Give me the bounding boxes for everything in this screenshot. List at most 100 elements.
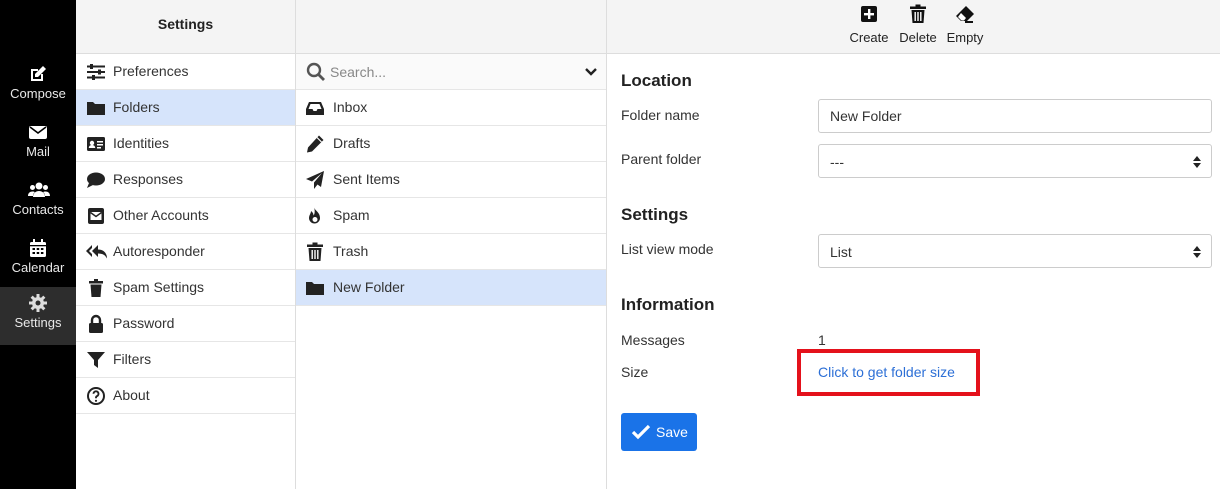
fire-icon [305, 206, 325, 226]
trash-icon [908, 4, 928, 24]
settings-item-identities[interactable]: Identities [76, 126, 295, 162]
settings-section-title: Settings [621, 205, 689, 224]
sliders-icon [86, 62, 106, 82]
create-button-label: Create [849, 30, 889, 45]
save-button-label: Save [656, 424, 688, 440]
nav-compose-label: Compose [10, 86, 66, 101]
empty-button[interactable]: Empty [944, 4, 986, 48]
settings-item-label: Other Accounts [113, 207, 209, 223]
envelope-square-icon [86, 206, 106, 226]
settings-item-other-accounts[interactable]: Other Accounts [76, 198, 295, 234]
lock-icon [86, 314, 106, 334]
compose-icon [28, 64, 48, 84]
folder-item-inbox[interactable]: Inbox [296, 90, 606, 126]
messages-count: 1 [818, 332, 826, 348]
settings-item-label: Responses [113, 171, 184, 187]
paper-plane-icon [305, 170, 325, 190]
settings-item-folders[interactable]: Folders [76, 90, 295, 126]
trash-icon [86, 278, 106, 298]
folder-icon [86, 98, 106, 118]
search-input[interactable] [330, 60, 570, 84]
reply-all-icon [86, 242, 107, 262]
settings-item-label: Spam Settings [113, 279, 205, 295]
comment-icon [86, 170, 106, 190]
app-navigation: Compose Mail Contacts Calendar Settings [0, 0, 76, 489]
settings-item-label: Identities [113, 135, 170, 151]
settings-item-label: Filters [113, 351, 152, 367]
delete-button-label: Delete [899, 30, 937, 45]
information-section-title: Information [621, 295, 715, 314]
folder-item-spam[interactable]: Spam [296, 198, 606, 234]
search-icon[interactable] [306, 62, 326, 82]
nav-calendar-label: Calendar [11, 260, 65, 275]
settings-panel: Settings Preferences Folders Identities … [76, 0, 296, 489]
list-view-mode-label: List view mode [621, 241, 714, 257]
settings-item-preferences[interactable]: Preferences [76, 54, 295, 90]
folder-item-label: Drafts [333, 135, 371, 151]
folder-properties-panel: Create Delete Empty Location Folder name… [607, 0, 1220, 489]
folder-name-field[interactable] [818, 99, 1212, 133]
folder-item-label: Trash [333, 243, 369, 259]
settings-item-responses[interactable]: Responses [76, 162, 295, 198]
question-circle-icon [86, 386, 106, 406]
settings-item-label: Autoresponder [113, 243, 205, 259]
folder-item-label: New Folder [333, 279, 405, 295]
folder-search-bar [296, 54, 606, 90]
id-card-icon [86, 134, 106, 154]
folder-item-label: Sent Items [333, 171, 400, 187]
save-button[interactable]: Save [621, 413, 697, 451]
folder-item-label: Spam [333, 207, 370, 223]
nav-compose[interactable]: Compose [0, 58, 76, 116]
empty-button-label: Empty [946, 30, 984, 45]
trash-icon [305, 242, 325, 262]
folder-item-trash[interactable]: Trash [296, 234, 606, 270]
pencil-icon [305, 134, 325, 154]
settings-item-label: Password [113, 315, 175, 331]
folder-icon [305, 278, 325, 298]
nav-contacts-label: Contacts [12, 202, 64, 217]
list-view-mode-select[interactable]: List [818, 234, 1212, 268]
parent-folder-select[interactable]: --- [818, 144, 1212, 178]
settings-item-password[interactable]: Password [76, 306, 295, 342]
settings-item-label: Folders [113, 99, 160, 115]
chevron-down-icon[interactable] [584, 66, 598, 78]
eraser-icon [955, 4, 975, 24]
envelope-icon [28, 122, 48, 142]
list-view-mode-value: List [830, 244, 852, 260]
nav-settings[interactable]: Settings [0, 287, 76, 345]
settings-item-about[interactable]: About [76, 378, 295, 414]
settings-item-label: Preferences [113, 63, 189, 79]
parent-folder-value: --- [830, 154, 844, 170]
inbox-icon [305, 98, 325, 118]
nav-contacts[interactable]: Contacts [0, 174, 76, 232]
sort-arrows-icon [1193, 246, 1201, 258]
nav-mail[interactable]: Mail [0, 116, 76, 174]
size-label: Size [621, 364, 649, 380]
parent-folder-label: Parent folder [621, 151, 702, 167]
settings-item-spam-settings[interactable]: Spam Settings [76, 270, 295, 306]
filter-icon [86, 350, 106, 370]
delete-button[interactable]: Delete [896, 4, 940, 48]
checkmark-icon [631, 423, 651, 441]
create-button[interactable]: Create [847, 4, 891, 48]
location-section-title: Location [621, 71, 692, 90]
messages-label: Messages [621, 332, 685, 348]
settings-item-autoresponder[interactable]: Autoresponder [76, 234, 295, 270]
folder-name-label: Folder name [621, 107, 700, 123]
gear-icon [28, 293, 48, 313]
folder-list-header [296, 0, 606, 54]
settings-header: Settings [76, 0, 295, 54]
folder-list-panel: Inbox Drafts Sent Items Spam Trash New F… [296, 0, 607, 489]
folder-item-drafts[interactable]: Drafts [296, 126, 606, 162]
settings-item-filters[interactable]: Filters [76, 342, 295, 378]
settings-item-label: About [113, 387, 150, 403]
sort-arrows-icon [1193, 156, 1201, 168]
nav-mail-label: Mail [26, 144, 50, 159]
folder-item-label: Inbox [333, 99, 368, 115]
plus-square-icon [859, 4, 879, 24]
get-folder-size-link[interactable]: Click to get folder size [818, 364, 955, 380]
folder-item-new-folder[interactable]: New Folder [296, 270, 606, 306]
nav-calendar[interactable]: Calendar [0, 232, 76, 290]
folder-item-sent-items[interactable]: Sent Items [296, 162, 606, 198]
users-icon [28, 180, 50, 200]
